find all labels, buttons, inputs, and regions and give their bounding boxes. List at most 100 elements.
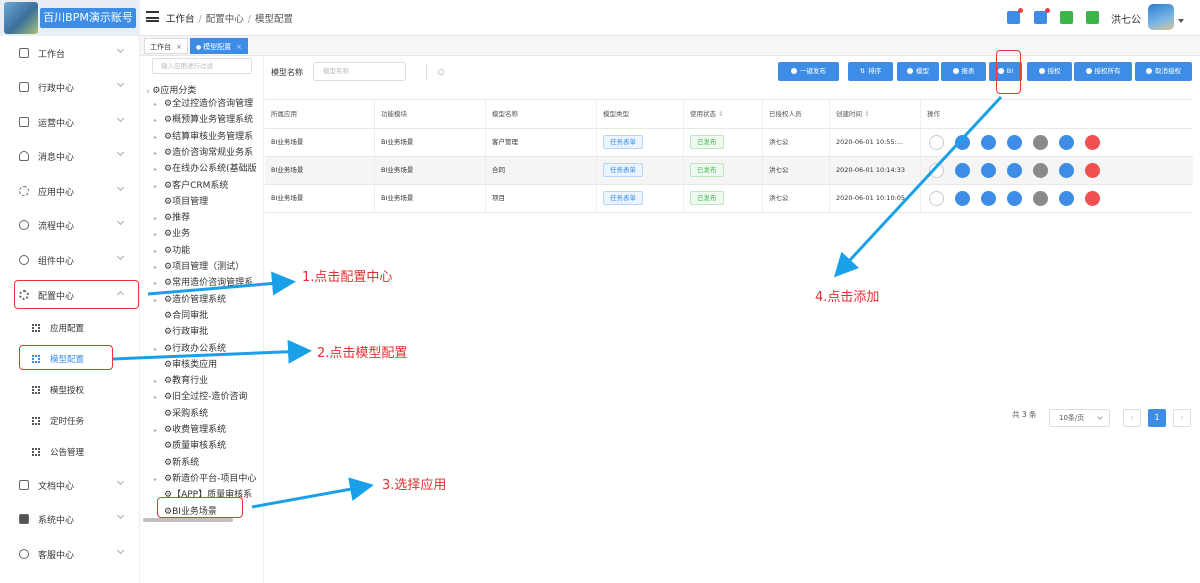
view-icon[interactable] [929,163,944,178]
notification-icon[interactable] [1034,8,1050,24]
model-button[interactable]: 模型 [897,62,939,81]
delete-icon[interactable] [1085,191,1100,206]
user-icon[interactable] [1059,135,1074,150]
tree-node[interactable]: ▸ ⚙行政办公系统 [154,342,226,357]
edit-icon[interactable] [955,191,970,206]
sidebar-item-system[interactable]: 系统中心 [0,502,140,536]
edit-icon[interactable] [955,135,970,150]
tree-node[interactable]: ▸ ⚙推荐 [154,211,190,226]
breadcrumb-item[interactable]: 工作台 [166,14,195,25]
search-input[interactable]: 模型名称 ○ [313,62,444,81]
tree-node[interactable]: ⚙新系统 [154,456,199,471]
submenu-scheduled-tasks[interactable]: 定时任务 [0,405,140,436]
tree-scrollbar[interactable] [143,518,233,522]
tree-node[interactable]: ⚙质量审核系统 [154,439,226,454]
tree-node[interactable]: ▸ ⚙客户CRM系统 [154,179,228,194]
tree-node[interactable]: ▸ ⚙概预算业务管理系统 [154,113,253,128]
view-icon[interactable] [929,135,944,150]
form-icon[interactable] [981,135,996,150]
submenu-app-config[interactable]: 应用配置 [0,312,140,343]
tree-node[interactable]: ▸ ⚙在线办公系统(基础版 [154,162,257,177]
user-icon[interactable] [1059,163,1074,178]
view-icon[interactable] [929,191,944,206]
user-icon[interactable] [1059,191,1074,206]
report-button[interactable]: 报表 [941,62,986,81]
document-icon[interactable] [1007,135,1022,150]
delete-icon[interactable] [1085,163,1100,178]
sidebar-item-operations[interactable]: 运营中心 [0,105,140,139]
sidebar-item-apps[interactable]: 应用中心 [0,174,140,208]
page-size-select[interactable]: 10条/页 [1049,409,1110,427]
tree-filter-input[interactable]: 输入应用进行过滤 [152,58,252,74]
star-icon[interactable] [1033,191,1048,206]
tab-model-config[interactable]: ● 模型配置 × [190,38,249,54]
tree-node[interactable]: ⚙审核类应用 [154,358,217,373]
tree-node[interactable]: ▸ ⚙造价管理系统 [154,293,226,308]
submenu-model-auth[interactable]: 模型授权 [0,374,140,405]
close-icon[interactable]: × [236,43,242,51]
breadcrumb-item[interactable]: 配置中心 [206,14,244,25]
document-icon[interactable] [1007,163,1022,178]
tree-node[interactable]: ▸ ⚙教育行业 [154,374,208,389]
column-header[interactable]: 创建时间 ⇕ [830,100,921,128]
edit-icon[interactable] [955,163,970,178]
document-icon[interactable] [1007,191,1022,206]
authorize-button[interactable]: 授权 [1027,62,1072,81]
form-icon[interactable] [981,191,996,206]
tree-node[interactable]: ⚙行政审批 [154,325,208,340]
chevron-down-icon[interactable] [1178,19,1184,23]
table-row[interactable]: BI业务场景 BI业务场景 项目 任务表单 已发布 洪七公 2020-06-01 10:10… [265,185,1193,213]
app-title[interactable]: 百川BPM演示账号 [40,8,136,28]
clock-icon[interactable] [1060,11,1073,24]
tree-node[interactable]: ⚙合同审批 [154,309,208,324]
sidebar-item-admin[interactable]: 行政中心 [0,70,140,104]
sidebar-item-components[interactable]: 组件中心 [0,243,140,277]
star-icon[interactable] [1033,135,1048,150]
tree-node[interactable]: ▸ ⚙项目管理（测试） [154,260,244,275]
sidebar-item-docs[interactable]: 文档中心 [0,468,140,502]
table-row[interactable]: BI业务场景 BI业务场景 合同 任务表单 已发布 洪七公 2020-06-01 10:14… [265,157,1193,185]
sidebar-item-messages[interactable]: 消息中心 [0,139,140,173]
column-header[interactable]: 所属应用 [265,100,375,128]
tree-node[interactable]: ▸ ⚙功能 [154,244,190,259]
publish-all-button[interactable]: 一键发布 [778,62,839,81]
tree-root[interactable]: ∨ ⚙应用分类 [146,83,196,96]
column-header[interactable]: 已授权人员 [763,100,830,128]
sidebar-item-process[interactable]: 流程中心 [0,208,140,242]
column-header[interactable]: 模型类型 [597,100,684,128]
table-row[interactable]: BI业务场景 BI业务场景 客户管理 任务表单 已发布 洪七公 2020-06-01 10:… [265,129,1193,157]
tree-node[interactable]: ▸ ⚙新造价平台-项目中心 [154,472,256,487]
tab-workbench[interactable]: 工作台 × [144,38,188,54]
tree-node[interactable]: ⚙采购系统 [154,407,208,422]
tree-node[interactable]: ▸ ⚙常用造价咨询管理系 [154,276,253,291]
tree-node[interactable]: ▸ ⚙造价咨询常规业务系 [154,146,253,161]
help-icon[interactable] [1007,8,1023,24]
star-icon[interactable] [1033,163,1048,178]
tree-node[interactable]: ▸ ⚙全过控造价咨询管理 [154,97,253,112]
username[interactable]: 洪七公 [1111,11,1141,26]
avatar[interactable] [1148,4,1174,30]
form-icon[interactable] [981,163,996,178]
sidebar-item-support[interactable]: 客服中心 [0,537,140,571]
prev-page-button[interactable]: ‹ [1123,409,1141,427]
tree-node[interactable]: ⚙项目管理 [154,195,208,210]
page-1-button[interactable]: 1 [1148,409,1166,427]
tree-node[interactable]: ▸ ⚙收费管理系统 [154,423,226,438]
menu-toggle-icon[interactable] [146,11,159,22]
column-header[interactable]: 功能模块 [375,100,486,128]
sidebar-item-workbench[interactable]: 工作台 [0,36,140,70]
column-header[interactable]: 使用状态 ⇕ [684,100,763,128]
tree-node[interactable]: ▸ ⚙结算审核业务管理系 [154,130,253,145]
tree-node[interactable]: ▸ ⚙业务 [154,227,190,242]
search-icon[interactable]: ○ [426,63,455,80]
close-icon[interactable]: × [176,43,182,51]
delete-icon[interactable] [1085,135,1100,150]
revoke-auth-button[interactable]: 取消授权 [1135,62,1192,81]
column-header[interactable]: 模型名称 [486,100,597,128]
next-page-button[interactable]: › [1173,409,1191,427]
sort-button[interactable]: ⇅ 排序 [848,62,893,81]
tree-node[interactable]: ▸ ⚙旧全过控-造价咨询 [154,390,247,405]
authorize-all-button[interactable]: 授权所有 [1074,62,1132,81]
lock-icon[interactable] [1086,11,1099,24]
submenu-announcements[interactable]: 公告管理 [0,436,140,467]
